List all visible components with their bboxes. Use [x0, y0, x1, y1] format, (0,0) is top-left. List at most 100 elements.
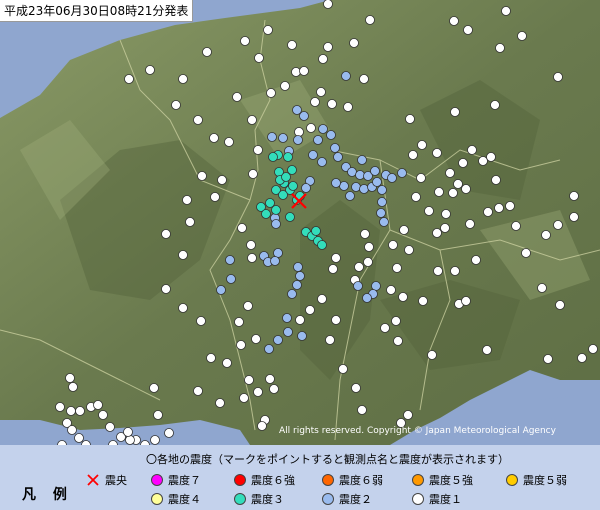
intensity-1-station-marker[interactable]	[461, 184, 471, 194]
intensity-1-station-marker[interactable]	[424, 206, 434, 216]
intensity-1-station-marker[interactable]	[153, 410, 163, 420]
intensity-1-station-marker[interactable]	[280, 81, 290, 91]
intensity-1-station-marker[interactable]	[357, 405, 367, 415]
intensity-1-station-marker[interactable]	[291, 67, 301, 77]
intensity-1-station-marker[interactable]	[253, 387, 263, 397]
intensity-1-station-marker[interactable]	[393, 336, 403, 346]
intensity-1-station-marker[interactable]	[483, 207, 493, 217]
intensity-1-station-marker[interactable]	[193, 386, 203, 396]
intensity-2-station-marker[interactable]	[387, 173, 397, 183]
intensity-1-station-marker[interactable]	[359, 74, 369, 84]
intensity-1-station-marker[interactable]	[55, 402, 65, 412]
intensity-1-station-marker[interactable]	[266, 88, 276, 98]
intensity-1-station-marker[interactable]	[363, 257, 373, 267]
intensity-1-station-marker[interactable]	[161, 284, 171, 294]
intensity-2-station-marker[interactable]	[278, 133, 288, 143]
intensity-1-station-marker[interactable]	[254, 53, 264, 63]
intensity-1-station-marker[interactable]	[338, 364, 348, 374]
intensity-1-station-marker[interactable]	[240, 36, 250, 46]
intensity-1-station-marker[interactable]	[248, 169, 258, 179]
intensity-1-station-marker[interactable]	[145, 65, 155, 75]
intensity-1-station-marker[interactable]	[403, 410, 413, 420]
intensity-1-station-marker[interactable]	[316, 87, 326, 97]
intensity-1-station-marker[interactable]	[209, 133, 219, 143]
intensity-2-station-marker[interactable]	[326, 130, 336, 140]
intensity-1-station-marker[interactable]	[440, 223, 450, 233]
intensity-1-station-marker[interactable]	[482, 345, 492, 355]
intensity-1-station-marker[interactable]	[171, 100, 181, 110]
intensity-1-station-marker[interactable]	[450, 107, 460, 117]
intensity-1-station-marker[interactable]	[269, 384, 279, 394]
intensity-2-station-marker[interactable]	[372, 177, 382, 187]
intensity-1-station-marker[interactable]	[448, 188, 458, 198]
map-canvas[interactable]	[0, 0, 600, 445]
intensity-2-station-marker[interactable]	[295, 271, 305, 281]
intensity-1-station-marker[interactable]	[543, 354, 553, 364]
intensity-1-station-marker[interactable]	[246, 240, 256, 250]
intensity-1-station-marker[interactable]	[237, 223, 247, 233]
intensity-3-station-marker[interactable]	[283, 152, 293, 162]
intensity-1-station-marker[interactable]	[411, 192, 421, 202]
intensity-1-station-marker[interactable]	[193, 115, 203, 125]
intensity-1-station-marker[interactable]	[511, 221, 521, 231]
intensity-1-station-marker[interactable]	[75, 406, 85, 416]
intensity-1-station-marker[interactable]	[149, 383, 159, 393]
intensity-1-station-marker[interactable]	[265, 374, 275, 384]
intensity-1-station-marker[interactable]	[388, 240, 398, 250]
intensity-1-station-marker[interactable]	[247, 115, 257, 125]
intensity-2-station-marker[interactable]	[301, 183, 311, 193]
intensity-1-station-marker[interactable]	[323, 0, 333, 9]
intensity-1-station-marker[interactable]	[537, 283, 547, 293]
intensity-1-station-marker[interactable]	[222, 358, 232, 368]
intensity-1-station-marker[interactable]	[323, 42, 333, 52]
intensity-1-station-marker[interactable]	[364, 242, 374, 252]
intensity-3-station-marker[interactable]	[288, 181, 298, 191]
intensity-1-station-marker[interactable]	[310, 97, 320, 107]
intensity-1-station-marker[interactable]	[66, 406, 76, 416]
intensity-2-station-marker[interactable]	[299, 111, 309, 121]
intensity-1-station-marker[interactable]	[461, 296, 471, 306]
intensity-2-station-marker[interactable]	[379, 217, 389, 227]
intensity-1-station-marker[interactable]	[404, 245, 414, 255]
intensity-1-station-marker[interactable]	[105, 422, 115, 432]
intensity-1-station-marker[interactable]	[65, 373, 75, 383]
intensity-1-station-marker[interactable]	[150, 435, 160, 445]
intensity-1-station-marker[interactable]	[405, 114, 415, 124]
intensity-2-station-marker[interactable]	[297, 331, 307, 341]
intensity-2-station-marker[interactable]	[341, 71, 351, 81]
intensity-1-station-marker[interactable]	[253, 145, 263, 155]
intensity-1-station-marker[interactable]	[434, 187, 444, 197]
intensity-1-station-marker[interactable]	[232, 92, 242, 102]
intensity-3-station-marker[interactable]	[261, 209, 271, 219]
intensity-1-station-marker[interactable]	[161, 229, 171, 239]
intensity-3-station-marker[interactable]	[268, 152, 278, 162]
intensity-2-station-marker[interactable]	[351, 182, 361, 192]
intensity-1-station-marker[interactable]	[294, 127, 304, 137]
intensity-2-station-marker[interactable]	[330, 143, 340, 153]
intensity-1-station-marker[interactable]	[318, 54, 328, 64]
intensity-2-station-marker[interactable]	[318, 124, 328, 134]
intensity-1-station-marker[interactable]	[494, 203, 504, 213]
intensity-2-station-marker[interactable]	[377, 185, 387, 195]
intensity-1-station-marker[interactable]	[360, 229, 370, 239]
intensity-1-station-marker[interactable]	[386, 285, 396, 295]
intensity-1-station-marker[interactable]	[490, 100, 500, 110]
intensity-1-station-marker[interactable]	[244, 375, 254, 385]
intensity-2-station-marker[interactable]	[226, 274, 236, 284]
intensity-1-station-marker[interactable]	[243, 301, 253, 311]
intensity-1-station-marker[interactable]	[391, 316, 401, 326]
intensity-1-station-marker[interactable]	[197, 171, 207, 181]
intensity-3-station-marker[interactable]	[278, 190, 288, 200]
intensity-2-station-marker[interactable]	[271, 219, 281, 229]
intensity-1-station-marker[interactable]	[365, 15, 375, 25]
intensity-1-station-marker[interactable]	[555, 300, 565, 310]
intensity-2-station-marker[interactable]	[273, 335, 283, 345]
intensity-1-station-marker[interactable]	[185, 217, 195, 227]
intensity-1-station-marker[interactable]	[306, 123, 316, 133]
intensity-2-station-marker[interactable]	[362, 293, 372, 303]
intensity-1-station-marker[interactable]	[178, 250, 188, 260]
intensity-2-station-marker[interactable]	[267, 132, 277, 142]
intensity-1-station-marker[interactable]	[453, 179, 463, 189]
intensity-2-station-marker[interactable]	[264, 344, 274, 354]
intensity-1-station-marker[interactable]	[432, 148, 442, 158]
